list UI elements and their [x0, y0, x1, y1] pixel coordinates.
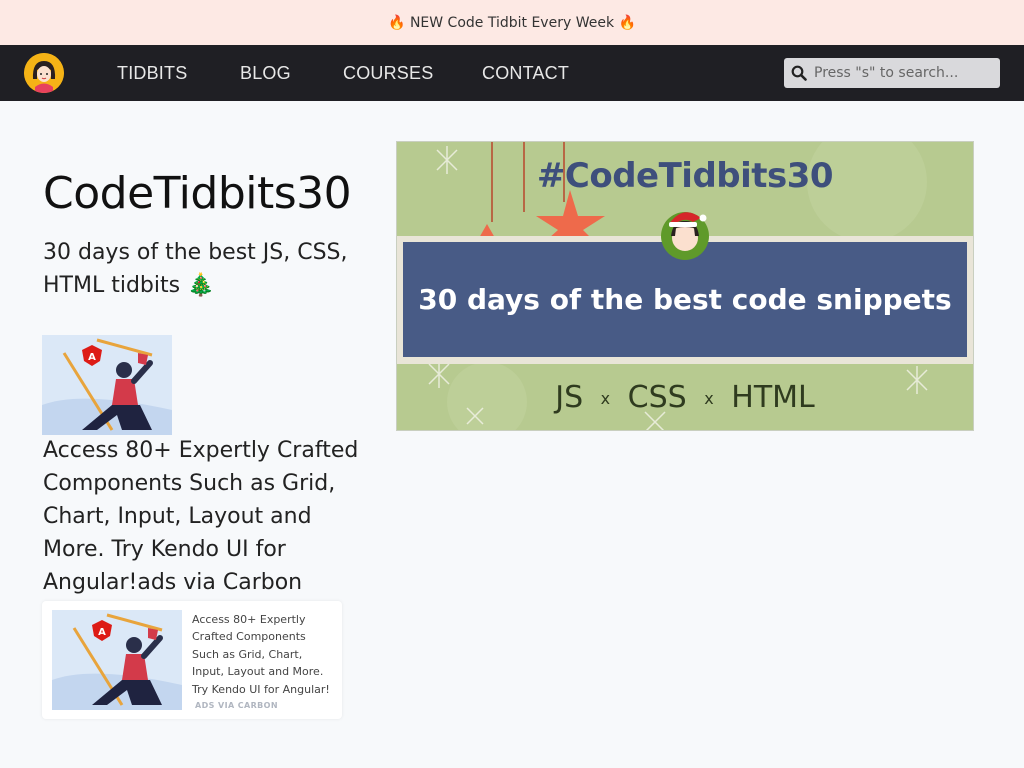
- kendo-ninja-ad-image: A: [52, 610, 182, 710]
- svg-text:A: A: [88, 352, 96, 363]
- carbon-ad-via-label[interactable]: ADS VIA CARBON: [195, 701, 278, 710]
- hero-image: #CodeTidbits30 30 days of the best code …: [396, 141, 974, 431]
- top-navigation: TIDBITS BLOG COURSES CONTACT: [0, 45, 1024, 101]
- nav-link-blog[interactable]: BLOG: [240, 63, 291, 83]
- avatar-illustration-icon: [24, 53, 64, 93]
- search-input[interactable]: [814, 59, 994, 87]
- hero-languages: JS x CSS x HTML: [397, 380, 973, 415]
- hero-separator: x: [704, 389, 714, 408]
- hero-lang-css: CSS: [627, 380, 687, 415]
- ad-thumbnail-link[interactable]: A: [42, 335, 172, 435]
- ad-text[interactable]: Access 80+ Expertly Crafted Components S…: [43, 434, 373, 599]
- logo-avatar[interactable]: [24, 53, 64, 93]
- carbon-ad-card[interactable]: A Access 80+ Expertly Crafted Components…: [42, 601, 342, 719]
- search-box[interactable]: [784, 58, 1000, 88]
- carbon-ad-image[interactable]: A: [52, 610, 182, 710]
- hero-separator: x: [600, 389, 611, 408]
- carbon-ad-text[interactable]: Access 80+ Expertly Crafted Components S…: [192, 611, 332, 698]
- nav-link-courses[interactable]: COURSES: [343, 63, 433, 83]
- page-title: CodeTidbits30: [43, 168, 352, 219]
- hero-tagline: 30 days of the best code snippets: [418, 283, 952, 316]
- nav-link-tidbits[interactable]: TIDBITS: [117, 63, 187, 83]
- nav-link-contact[interactable]: CONTACT: [482, 63, 569, 83]
- announcement-banner[interactable]: 🔥 NEW Code Tidbit Every Week 🔥: [0, 0, 1024, 45]
- page-subtitle: 30 days of the best JS, CSS, HTML tidbit…: [43, 240, 348, 298]
- svg-text:A: A: [98, 627, 106, 638]
- hero-lang-html: HTML: [731, 380, 815, 415]
- hero-hashtag: #CodeTidbits30: [536, 156, 834, 196]
- kendo-ninja-ad-image: A: [42, 335, 172, 435]
- search-icon: [784, 58, 814, 88]
- hero-lang-js: JS: [555, 380, 584, 415]
- banner-text: 🔥 NEW Code Tidbit Every Week 🔥: [388, 14, 636, 31]
